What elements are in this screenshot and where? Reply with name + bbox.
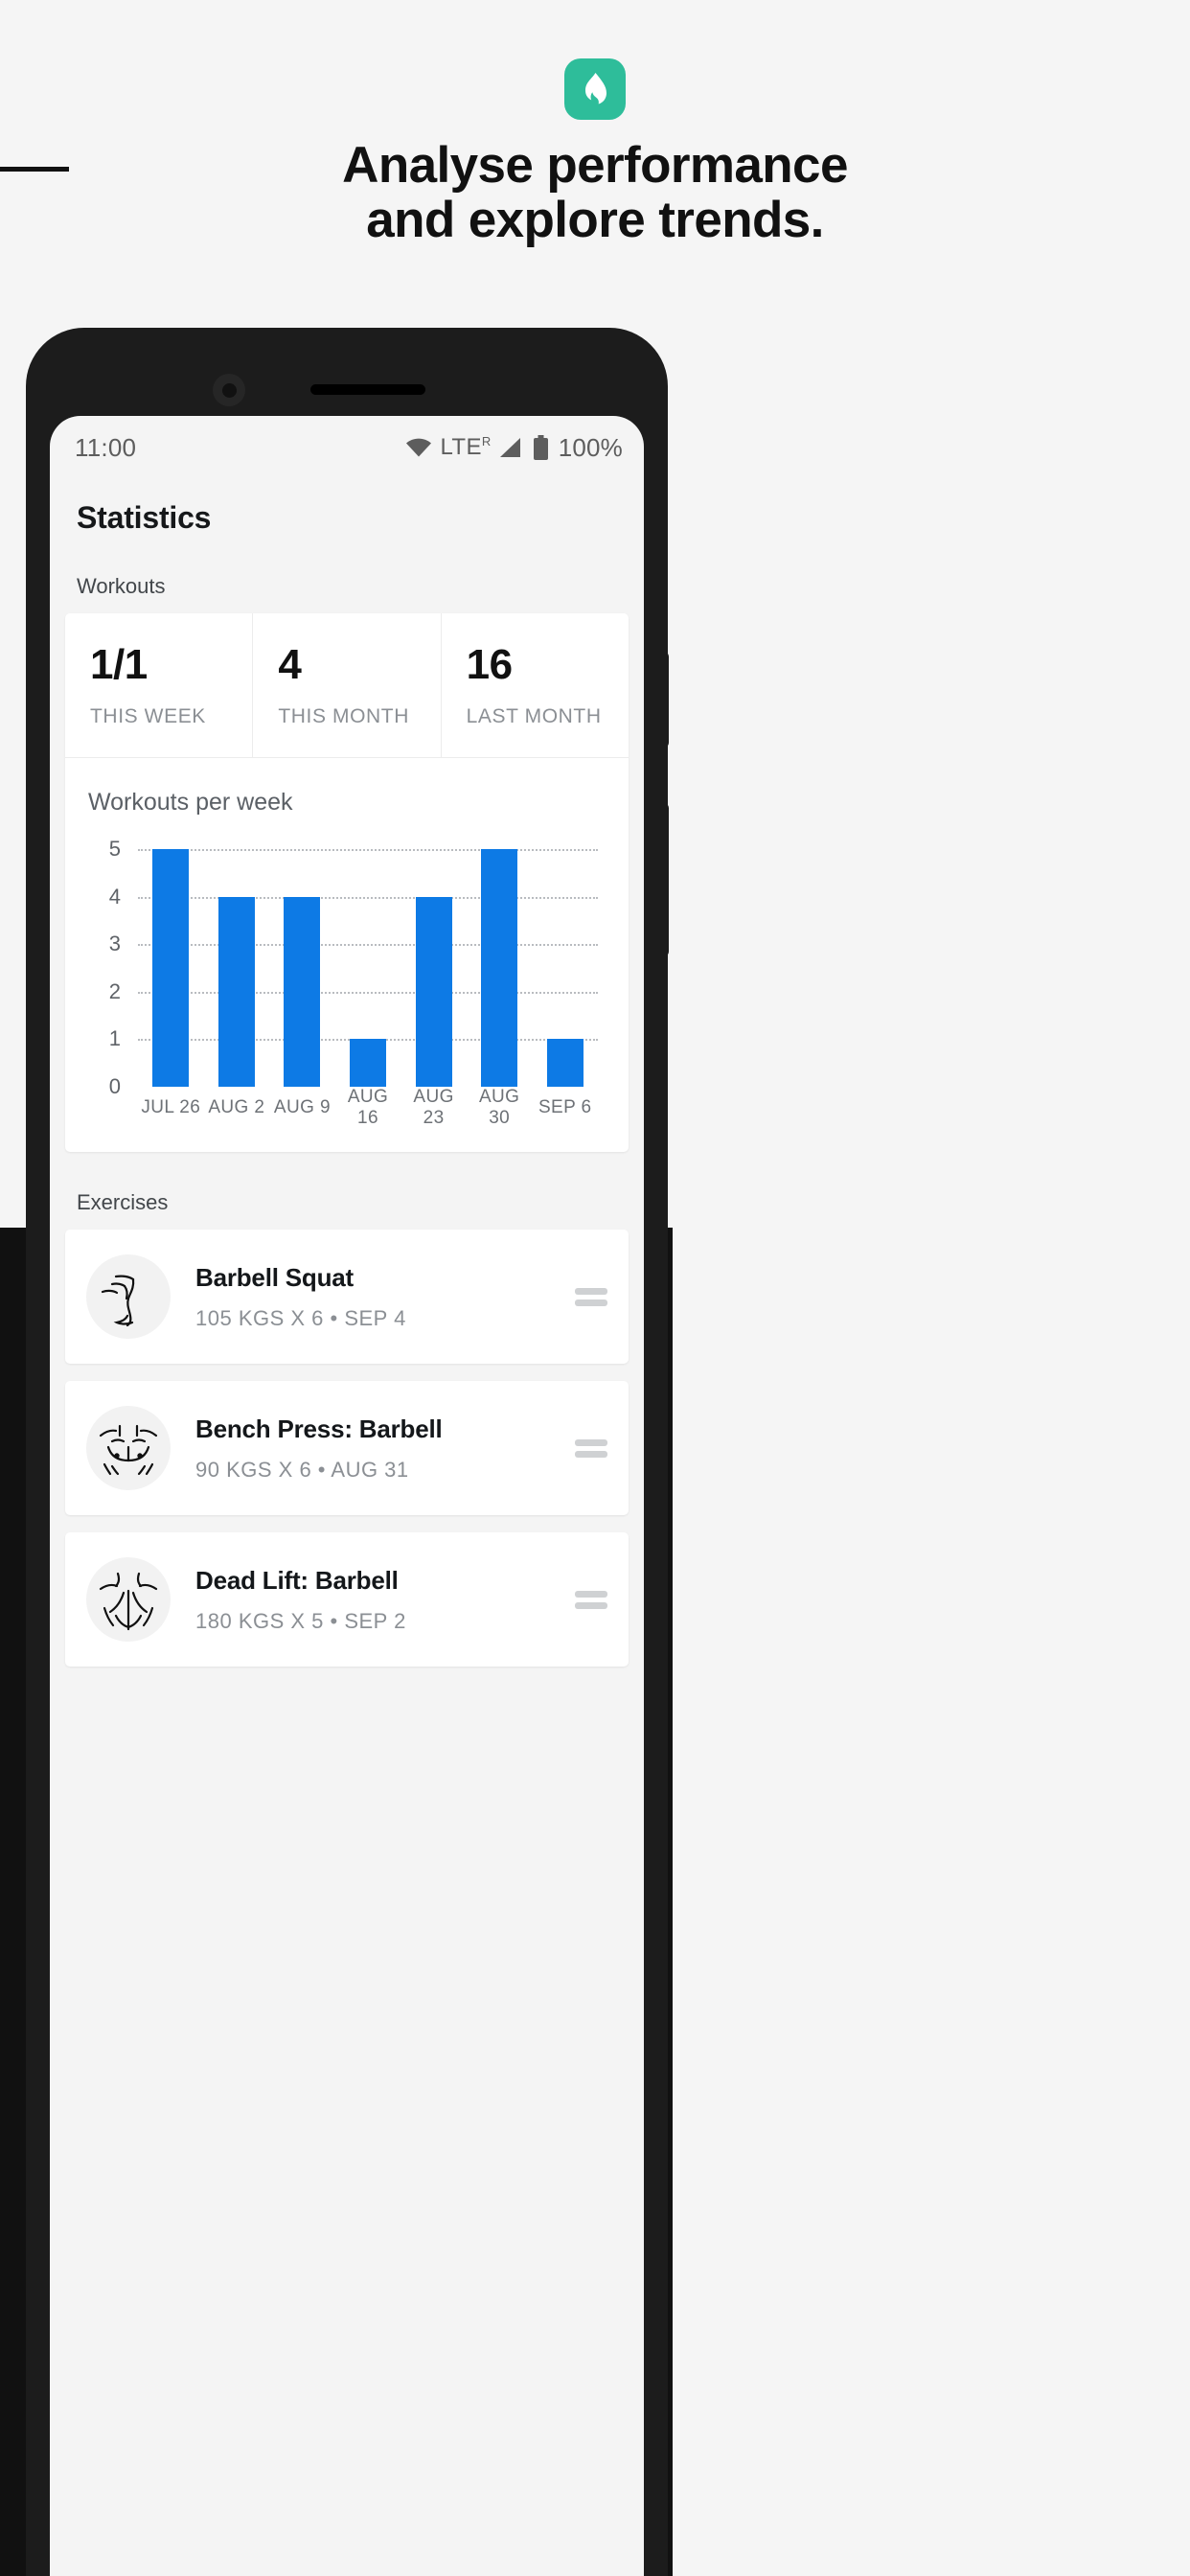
earpiece-speaker — [310, 384, 425, 395]
y-tick-label: 0 — [108, 1074, 121, 1098]
phone-device-frame: 11:00 LTER 100% Statistics Workouts 1/1 … — [27, 329, 669, 2576]
battery-percent: 100% — [558, 432, 623, 462]
bar-slot — [335, 849, 401, 1087]
x-tick-label: SEP 6 — [538, 1097, 592, 1117]
network-type: LTER — [440, 434, 492, 460]
stat-label: THIS MONTH — [278, 705, 409, 727]
exercise-name: Bench Press: Barbell — [195, 1414, 443, 1443]
page-title: Statistics — [77, 500, 212, 535]
promo-screenshot-page: Analyse performance and explore trends. … — [0, 0, 1190, 2576]
front-camera-icon — [213, 374, 245, 406]
stat-label: THIS WEEK — [90, 705, 206, 727]
chart-bar[interactable] — [152, 849, 190, 1087]
workouts-bar-chart[interactable]: 0 1 2 3 4 5 JUL 26 AUG 2 AUG 9 AUG 16 AUG 23 AUG 3… — [88, 837, 606, 1128]
exercise-name: Barbell Squat — [195, 1262, 354, 1292]
headline-line-2: and explore trends. — [366, 192, 824, 249]
exercise-list: Barbell Squat 105 KGS X 6 • SEP 4 Bench Pr… — [50, 1230, 644, 1667]
stat-label: LAST MONTH — [466, 705, 602, 727]
workouts-chart-section: Workouts per week 0 1 2 3 4 5 JUL 26 AUG 2 AUG … — [65, 758, 629, 1152]
drag-handle-icon[interactable] — [575, 1586, 607, 1614]
bar-slot — [204, 849, 270, 1087]
exercise-text: Bench Press: Barbell 90 KGS X 6 • AUG 31 — [171, 1414, 575, 1483]
stat-value: 1/1 — [90, 641, 148, 688]
chart-title: Workouts per week — [88, 789, 293, 816]
chest-anatomy-icon — [86, 1406, 171, 1490]
battery-icon — [533, 435, 549, 460]
stat-this-week[interactable]: 1/1 THIS WEEK — [65, 613, 254, 757]
x-tick-label: AUG 30 — [478, 1087, 520, 1128]
bar-slot — [269, 849, 335, 1087]
x-tick-label: AUG 23 — [413, 1087, 454, 1128]
exercise-list-item[interactable]: Barbell Squat 105 KGS X 6 • SEP 4 — [65, 1230, 629, 1364]
status-time: 11:00 — [75, 432, 137, 462]
chart-bar[interactable] — [546, 1039, 584, 1087]
bar-slot — [138, 849, 204, 1087]
chart-bar[interactable] — [217, 896, 255, 1087]
chart-bar[interactable] — [481, 849, 518, 1087]
stats-row: 1/1 THIS WEEK 4 THIS MONTH 16 LAST MONTH — [65, 613, 629, 758]
exercise-meta: 105 KGS X 6 • SEP 4 — [195, 1305, 406, 1330]
bar-slot — [400, 849, 467, 1087]
stat-value: 4 — [278, 641, 302, 688]
y-tick-label: 5 — [108, 837, 121, 861]
exercise-text: Dead Lift: Barbell 180 KGS X 5 • SEP 2 — [171, 1566, 575, 1634]
drag-handle-icon[interactable] — [575, 1435, 607, 1462]
workouts-section-label: Workouts — [77, 574, 166, 598]
bar-slot — [467, 849, 533, 1087]
screen-content: Statistics Workouts 1/1 THIS WEEK 4 THIS… — [50, 479, 644, 1667]
signal-icon — [499, 437, 522, 458]
drag-handle-icon[interactable] — [575, 1283, 607, 1311]
back-anatomy-icon — [86, 1557, 171, 1642]
page-headline: Analyse performance and explore trends. — [0, 137, 1190, 249]
x-tick-label: AUG 2 — [208, 1097, 265, 1117]
exercise-list-item[interactable]: Dead Lift: Barbell 180 KGS X 5 • SEP 2 — [65, 1532, 629, 1667]
y-tick-label: 1 — [108, 1026, 121, 1051]
x-tick-label: JUL 26 — [141, 1097, 201, 1117]
app-logo — [564, 58, 626, 120]
roaming-indicator: R — [481, 434, 492, 448]
exercise-meta: 180 KGS X 5 • SEP 2 — [195, 1608, 406, 1633]
phone-screen: 11:00 LTER 100% Statistics Workouts 1/1 … — [50, 416, 644, 2576]
chart-bar[interactable] — [284, 896, 321, 1087]
y-tick-label: 4 — [108, 884, 121, 908]
stat-this-month[interactable]: 4 THIS MONTH — [253, 613, 442, 757]
exercise-list-item[interactable]: Bench Press: Barbell 90 KGS X 6 • AUG 31 — [65, 1381, 629, 1515]
leg-anatomy-icon — [86, 1254, 171, 1339]
chart-bar[interactable] — [415, 896, 452, 1087]
chart-y-axis: 0 1 2 3 4 5 — [88, 837, 130, 1098]
wifi-icon — [405, 438, 432, 457]
volume-button[interactable] — [655, 652, 669, 748]
status-bar: 11:00 LTER 100% — [50, 416, 644, 479]
chart-bars — [138, 849, 598, 1087]
headline-line-1: Analyse performance — [342, 137, 848, 194]
stat-value: 16 — [466, 641, 513, 688]
chart-bar[interactable] — [350, 1039, 387, 1087]
y-tick-label: 3 — [108, 932, 121, 956]
stat-last-month[interactable]: 16 LAST MONTH — [442, 613, 629, 757]
status-indicators: LTER 100% — [405, 433, 623, 463]
x-tick-label: AUG 16 — [347, 1087, 389, 1128]
exercise-meta: 90 KGS X 6 • AUG 31 — [195, 1457, 409, 1482]
power-button[interactable] — [655, 803, 669, 956]
exercises-section-label: Exercises — [77, 1190, 169, 1214]
exercise-name: Dead Lift: Barbell — [195, 1565, 399, 1595]
y-tick-label: 2 — [108, 978, 121, 1003]
workouts-card: 1/1 THIS WEEK 4 THIS MONTH 16 LAST MONTH — [65, 613, 629, 1152]
chart-x-axis: JUL 26 AUG 2 AUG 9 AUG 16 AUG 23 AUG 30 SEP 6 — [138, 1087, 598, 1128]
x-tick-label: AUG 9 — [273, 1097, 331, 1117]
flame-icon — [579, 72, 611, 106]
exercise-text: Barbell Squat 105 KGS X 6 • SEP 4 — [171, 1263, 575, 1331]
bar-slot — [532, 849, 598, 1087]
